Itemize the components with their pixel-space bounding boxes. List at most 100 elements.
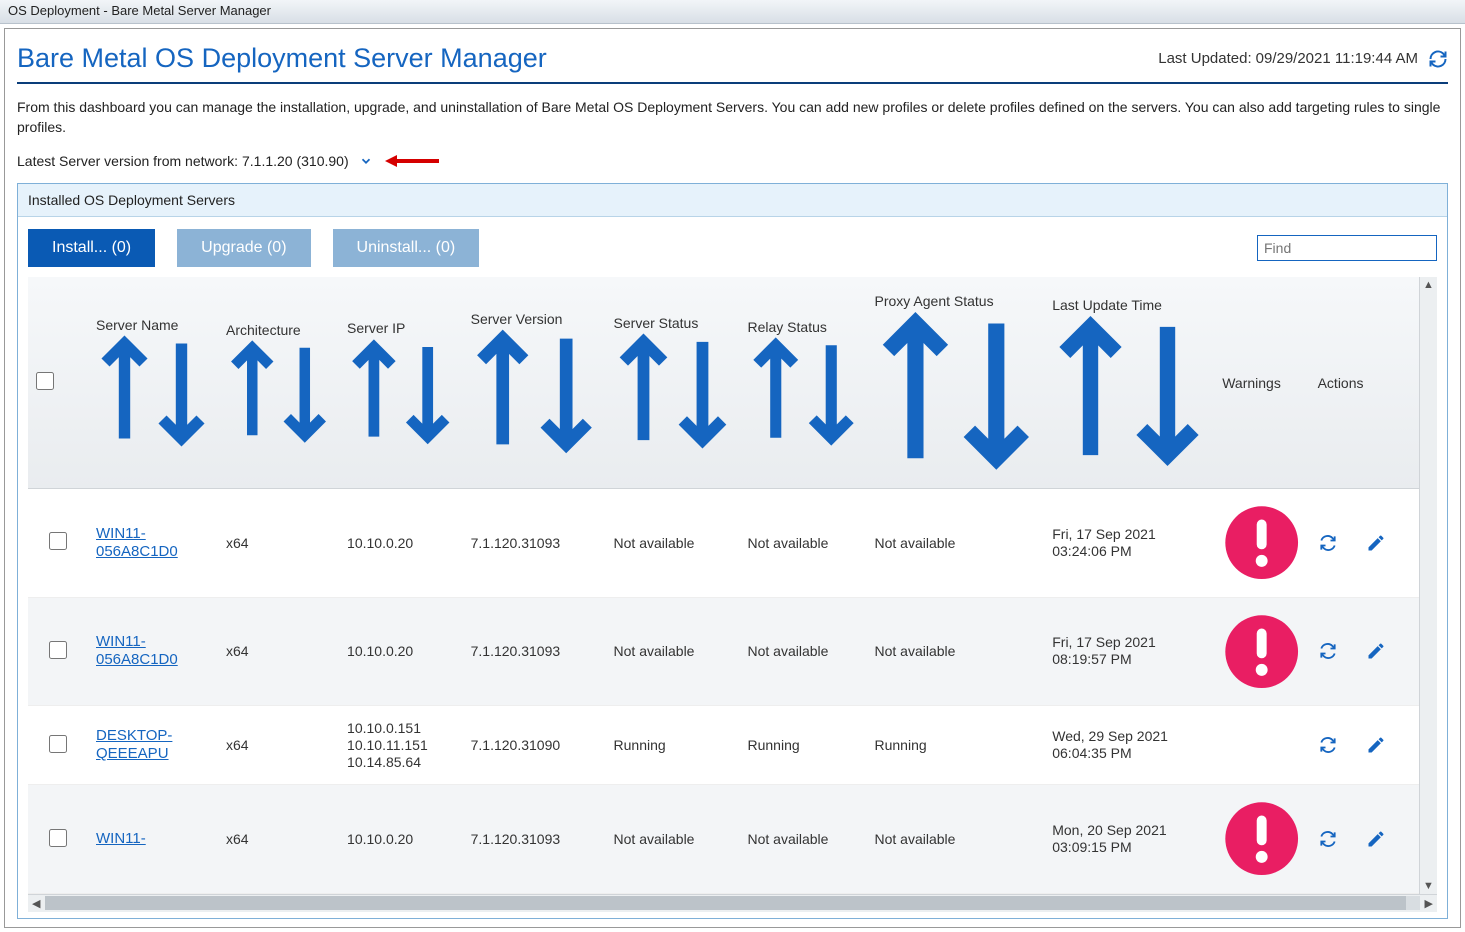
table-row: DESKTOP-QEEEAPUx6410.10.0.15110.10.11.15… [28, 705, 1437, 784]
version-line: Latest Server version from network: 7.1.… [17, 153, 1448, 169]
cell-proxy-status: Not available [867, 785, 1045, 893]
grid-wrap: Server Name Architecture Server IP Serve… [28, 277, 1437, 894]
cell-relay-status: Running [740, 705, 867, 784]
cell-actions [1310, 489, 1417, 597]
upgrade-button[interactable]: Upgrade (0) [177, 229, 310, 267]
cell-version: 7.1.120.31093 [463, 489, 606, 597]
cell-last-update: Wed, 29 Sep 202106:04:35 PM [1044, 705, 1214, 784]
server-name-link[interactable]: WIN11- [96, 525, 146, 542]
servers-panel: Installed OS Deployment Servers Install.… [17, 183, 1448, 919]
sort-icon [748, 336, 859, 447]
cell-version: 7.1.120.31093 [463, 597, 606, 705]
cell-arch: x64 [218, 489, 339, 597]
sync-icon[interactable] [1318, 533, 1338, 553]
col-server-version[interactable]: Server Version [463, 277, 606, 489]
page-title: Bare Metal OS Deployment Server Manager [17, 43, 547, 74]
scroll-left-icon[interactable]: ◀ [28, 897, 44, 910]
install-button[interactable]: Install... (0) [28, 229, 155, 267]
cell-server-status: Not available [606, 489, 740, 597]
cell-ip: 10.10.0.20 [339, 489, 463, 597]
sort-icon [614, 332, 732, 450]
panel-body: Install... (0) Upgrade (0) Uninstall... … [18, 217, 1447, 918]
panel-title: Installed OS Deployment Servers [18, 184, 1447, 217]
scroll-track[interactable] [45, 896, 1419, 910]
warning-icon[interactable] [1222, 612, 1301, 691]
server-name-link[interactable]: WIN11- [96, 633, 146, 650]
cell-version: 7.1.120.31093 [463, 785, 606, 893]
sort-icon [471, 328, 598, 455]
cell-last-update: Fri, 17 Sep 202108:19:57 PM [1044, 597, 1214, 705]
table-row: WIN11-x6410.10.0.207.1.120.31093Not avai… [28, 785, 1437, 893]
table-row: WIN11-056A8C1D0 x6410.10.0.207.1.120.3109… [28, 489, 1437, 597]
refresh-icon[interactable] [1428, 49, 1448, 69]
sort-icon [226, 339, 331, 444]
select-all-checkbox[interactable] [36, 372, 54, 390]
col-relay-status[interactable]: Relay Status [740, 277, 867, 489]
horizontal-scrollbar[interactable]: ◀ ▶ [28, 894, 1437, 912]
cell-warnings [1214, 489, 1309, 597]
server-name-link[interactable]: QEEEAPU [96, 745, 169, 762]
window-title: OS Deployment - Bare Metal Server Manage… [8, 3, 271, 18]
sync-icon[interactable] [1318, 735, 1338, 755]
sync-icon[interactable] [1318, 829, 1338, 849]
edit-icon[interactable] [1366, 533, 1386, 553]
col-actions: Actions [1310, 277, 1417, 489]
row-checkbox[interactable] [49, 532, 67, 550]
warning-icon[interactable] [1222, 503, 1301, 582]
last-updated-prefix: Last Updated: [1158, 50, 1251, 67]
cell-proxy-status: Not available [867, 489, 1045, 597]
cell-server-status: Not available [606, 597, 740, 705]
col-server-name[interactable]: Server Name [88, 277, 218, 489]
warning-icon[interactable] [1222, 799, 1301, 878]
edit-icon[interactable] [1366, 641, 1386, 661]
col-architecture[interactable]: Architecture [218, 277, 339, 489]
servers-table: Server Name Architecture Server IP Serve… [28, 277, 1437, 894]
cell-proxy-status: Not available [867, 597, 1045, 705]
vertical-scrollbar[interactable]: ▲ ▼ [1419, 277, 1437, 894]
scroll-up-icon[interactable]: ▲ [1423, 277, 1434, 293]
cell-ip: 10.10.0.20 [339, 785, 463, 893]
uninstall-button[interactable]: Uninstall... (0) [333, 229, 480, 267]
cell-server-status: Not available [606, 785, 740, 893]
row-checkbox[interactable] [49, 735, 67, 753]
cell-actions [1310, 785, 1417, 893]
page-header: Bare Metal OS Deployment Server Manager … [17, 43, 1448, 84]
scroll-thumb[interactable] [45, 896, 1405, 910]
cell-proxy-status: Running [867, 705, 1045, 784]
edit-icon[interactable] [1366, 735, 1386, 755]
chevron-down-icon[interactable] [359, 154, 373, 168]
last-updated: Last Updated: 09/29/2021 11:19:44 AM [1158, 49, 1448, 69]
cell-relay-status: Not available [740, 489, 867, 597]
cell-last-update: Mon, 20 Sep 202103:09:15 PM [1044, 785, 1214, 893]
cell-last-update: Fri, 17 Sep 202103:24:06 PM [1044, 489, 1214, 597]
server-name-link[interactable]: DESKTOP- [96, 727, 172, 744]
server-name-link[interactable]: 056A8C1D0 [96, 543, 178, 560]
col-proxy-status[interactable]: Proxy Agent Status [867, 277, 1045, 489]
cell-arch: x64 [218, 597, 339, 705]
cell-arch: x64 [218, 785, 339, 893]
cell-ip: 10.10.0.20 [339, 597, 463, 705]
annotation-arrow-icon [383, 154, 441, 168]
col-server-ip[interactable]: Server IP [339, 277, 463, 489]
cell-warnings [1214, 705, 1309, 784]
col-server-status[interactable]: Server Status [606, 277, 740, 489]
cell-actions [1310, 597, 1417, 705]
sort-icon [1052, 314, 1206, 468]
cell-warnings [1214, 597, 1309, 705]
col-last-update[interactable]: Last Update Time [1044, 277, 1214, 489]
edit-icon[interactable] [1366, 829, 1386, 849]
sort-icon [347, 338, 455, 446]
row-checkbox[interactable] [49, 829, 67, 847]
sync-icon[interactable] [1318, 641, 1338, 661]
toolbar: Install... (0) Upgrade (0) Uninstall... … [28, 229, 1437, 267]
find-input[interactable] [1257, 235, 1437, 261]
table-row: WIN11-056A8C1D0 x6410.10.0.207.1.120.3109… [28, 597, 1437, 705]
cell-version: 7.1.120.31090 [463, 705, 606, 784]
server-name-link[interactable]: 056A8C1D0 [96, 651, 178, 668]
col-select [28, 277, 88, 489]
server-name-link[interactable]: WIN11- [96, 830, 146, 847]
scroll-right-icon[interactable]: ▶ [1421, 897, 1437, 910]
last-updated-value: 09/29/2021 11:19:44 AM [1256, 50, 1418, 67]
row-checkbox[interactable] [49, 641, 67, 659]
scroll-down-icon[interactable]: ▼ [1423, 878, 1434, 894]
